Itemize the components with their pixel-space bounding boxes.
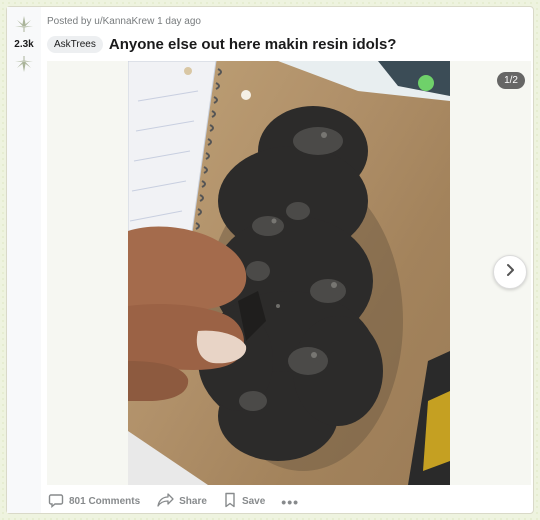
leaf-upvote-icon[interactable]: [14, 15, 34, 33]
comments-button[interactable]: 801 Comments: [45, 489, 143, 514]
post-card: 2.3k Posted by u/KannaKrew 1 day ago Ask…: [6, 6, 534, 514]
post-image[interactable]: [128, 61, 450, 485]
save-label: Save: [241, 496, 266, 507]
post-meta[interactable]: Posted by u/KannaKrew 1 day ago: [47, 16, 201, 27]
post-actions: 801 Comments Share Save •••: [45, 489, 302, 514]
share-button[interactable]: Share: [153, 489, 210, 514]
share-label: Share: [179, 496, 207, 507]
chevron-right-icon: [503, 263, 517, 282]
vote-column: 2.3k: [7, 7, 41, 513]
share-arrow-icon: [156, 492, 174, 511]
leaf-downvote-icon[interactable]: [14, 55, 34, 73]
save-button[interactable]: Save: [220, 489, 268, 514]
media-gallery[interactable]: 1/2: [47, 61, 531, 485]
comments-label: 801 Comments: [69, 496, 141, 507]
gallery-counter: 1/2: [497, 72, 525, 89]
vote-score: 2.3k: [14, 39, 34, 50]
bookmark-icon: [223, 492, 237, 511]
post-title[interactable]: Anyone else out here makin resin idols?: [109, 36, 397, 53]
post-flair[interactable]: AskTrees: [47, 36, 103, 53]
next-image-button[interactable]: [493, 255, 527, 289]
title-row: AskTrees Anyone else out here makin resi…: [47, 36, 396, 53]
comment-bubble-icon: [48, 492, 64, 511]
more-options-button[interactable]: •••: [278, 491, 302, 513]
